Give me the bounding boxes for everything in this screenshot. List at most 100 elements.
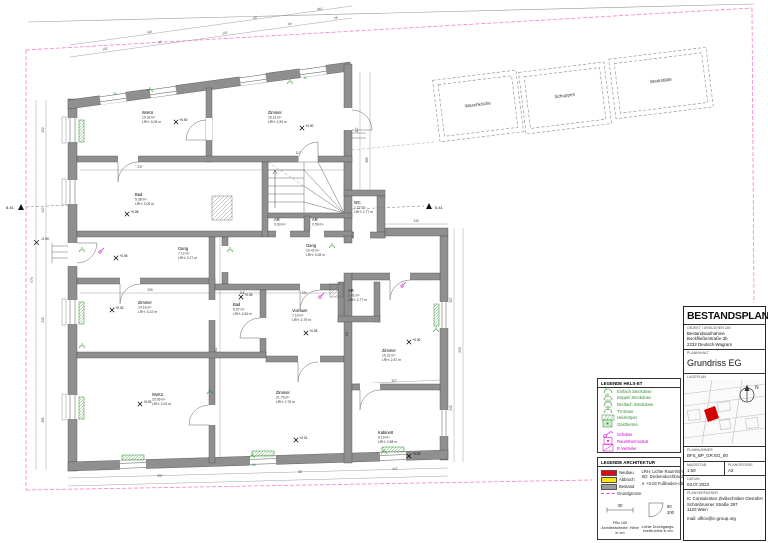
socket-symbol-icon: [80, 247, 85, 252]
svg-text:+0.06: +0.06: [119, 254, 127, 258]
legend-arch-title: LEGENDE ARCHITEKTUR: [598, 460, 680, 467]
room-label: Zimmer15.22 m²LRH: 2.87 m+0.00: [382, 338, 421, 362]
room-label: Bad5.07 m²LRH: 2.60 m+0.09: [233, 293, 253, 316]
street-level-value: -0.90: [41, 237, 49, 241]
svg-text:Zimmer: Zimmer: [268, 110, 283, 115]
svg-text:Kabinett: Kabinett: [378, 430, 394, 435]
dimension-text: 361: [317, 7, 323, 12]
room-label: Vorraum7.10 m²LRH: 2.79 m+0.05: [292, 308, 318, 335]
windows: [62, 63, 450, 472]
dimension-text: 132: [41, 127, 45, 133]
room-label: WC1.22 m²LRH: 2.77 m: [354, 200, 373, 214]
dimension-text: 237: [137, 165, 143, 169]
dimension-text: 447: [392, 467, 398, 471]
svg-text:WoKü: WoKü: [142, 110, 154, 115]
legend-swatch-row: Abbruch: [601, 476, 641, 483]
dimension-text: 99: [158, 40, 162, 44]
legend-swatch-row: Bestand: [601, 483, 641, 490]
dimension-text: 130: [301, 291, 307, 295]
dimension-text: 240: [41, 317, 45, 323]
svg-text:+0.08: +0.08: [130, 210, 138, 214]
author-mail: mail: office@ic-group.org: [687, 516, 762, 521]
svg-text:+0.00: +0.00: [412, 452, 420, 456]
svg-text:AR: AR: [274, 217, 280, 222]
svg-text:LRH: 2.60 m: LRH: 2.60 m: [233, 312, 252, 316]
svg-text:AR: AR: [312, 217, 318, 222]
svg-text:LRH: 3.09 m: LRH: 3.09 m: [135, 202, 154, 206]
marker-right-value: 5.41: [435, 205, 444, 210]
dimension-text: 30: [303, 76, 307, 80]
dimension-text: 327: [391, 379, 397, 383]
svg-text:LRH: 2.88 m: LRH: 2.88 m: [378, 440, 397, 444]
svg-text:AR: AR: [348, 288, 354, 293]
plan-sheet: Waschküche Schuppen Werkstätte: [0, 0, 768, 543]
svg-text:LRH: 3.08 m: LRH: 3.08 m: [142, 120, 161, 124]
svg-text:LRH: 2.81 m: LRH: 2.81 m: [268, 120, 287, 124]
svg-text:200: 200: [667, 510, 675, 515]
svg-text:Zimmer: Zimmer: [276, 390, 291, 395]
dimension-text: 30: [113, 92, 117, 96]
dimension-text: 118: [239, 291, 244, 295]
svg-text:LRH: 2.79 m: LRH: 2.79 m: [292, 318, 311, 322]
svg-text:+0.00: +0.00: [412, 338, 420, 342]
legend-arch-box: LEGENDE ARCHITEKTUR NeubauAbbruchBestand…: [597, 457, 681, 540]
svg-text:Vorraum: Vorraum: [292, 308, 308, 313]
text-height-figure-icon: 30: [603, 501, 637, 515]
swatch-abbruch: [601, 477, 617, 483]
legend-item: E-Verteiler: [601, 445, 677, 452]
svg-text:0.59 m²: 0.59 m²: [312, 223, 324, 227]
plan-number-value: BFS_BP_GR EG_00: [687, 453, 762, 458]
switch-symbol-icon: [319, 293, 324, 298]
fok-marker: +0.03: [646, 481, 657, 486]
dimension-text: 361: [41, 417, 45, 423]
dimension-text: 132: [102, 47, 108, 52]
walls-layer: [68, 62, 448, 471]
legend-swatch-row: Grundgrenze: [601, 490, 641, 497]
svg-text:WoKü: WoKü: [152, 392, 164, 397]
swatch-bestand: [601, 484, 617, 490]
room-label: Zimmer14.16 m²LRH: 3.22 m+0.03: [110, 300, 157, 314]
dimension-text: 447: [147, 30, 153, 35]
svg-text:Zimmer: Zimmer: [382, 348, 397, 353]
level-marker-icon: [110, 308, 114, 312]
scale-label: MASSSTAB: [687, 463, 721, 467]
svg-text:LRH: 2.77 m: LRH: 2.77 m: [354, 210, 373, 214]
size-label: PLANGRÖSSE: [728, 463, 762, 467]
room-label: AR0.59 m²: [312, 217, 324, 227]
fig1-sub: FBn 100: [601, 521, 639, 525]
level-marker-icon: [239, 295, 243, 299]
plan-number-label: PLANNUMMER: [687, 448, 762, 452]
room-label: Bad5.36 m²LRH: 3.09 m+0.08: [125, 192, 154, 216]
socket-symbol-icon: [330, 243, 335, 248]
svg-text:+0.03: +0.03: [115, 306, 123, 310]
level-marker-icon: [138, 402, 142, 406]
outbuilding-label-werkstaette: Werkstätte: [650, 77, 673, 85]
outbuilding-label-waschkueche: Waschküche: [465, 100, 492, 108]
siteplan-label: LAGEPLAN: [687, 375, 762, 379]
room-label: AR1.41 m²LRH: 2.77 m: [348, 288, 367, 302]
fig1-caption: Architekturtexte: Höhe in cm: [601, 526, 639, 535]
object-label: OBJEKT / ANSUCHEN UM: [687, 326, 762, 330]
dimension-text: 117: [355, 127, 359, 132]
svg-text:+0.00: +0.00: [179, 118, 187, 122]
chimney-hatch: [212, 196, 343, 297]
svg-text:LRH: 3.22 m: LRH: 3.22 m: [138, 310, 157, 314]
svg-text:LRH: 2.78 m: LRH: 2.78 m: [276, 400, 295, 404]
dimension-text: 590: [458, 347, 462, 353]
room-label: Zimmer21.75 m²LRH: 2.78 m+0.01: [276, 390, 308, 442]
legend-hkls-magenta-items: SchalterRaumthermostatE-Verteiler: [601, 432, 677, 452]
level-marker-icon: [300, 126, 304, 130]
outbuilding-label-schuppen: Schuppen: [554, 92, 576, 100]
author-line-3: 1120 Wien: [687, 507, 762, 512]
electrical-symbols-layer: [80, 79, 439, 458]
north-letter: N: [755, 385, 759, 391]
level-marker-icon: [304, 331, 308, 335]
dimension-text: 302: [214, 347, 218, 353]
door-clearance-figure-icon: 80 200: [641, 501, 675, 519]
dimension-text: 132: [222, 31, 228, 36]
dimension-text: 447: [41, 207, 45, 213]
svg-text:Zimmer: Zimmer: [138, 300, 153, 305]
plan-content-title: Grundriss EG: [687, 356, 762, 371]
title-block: BESTANDSPLAN OBJEKT / ANSUCHEN UM Bestan…: [683, 306, 766, 541]
legend-hkls-box: LEGENDE HKLS-ET Einfach SteckdoseDoppel …: [597, 378, 681, 453]
